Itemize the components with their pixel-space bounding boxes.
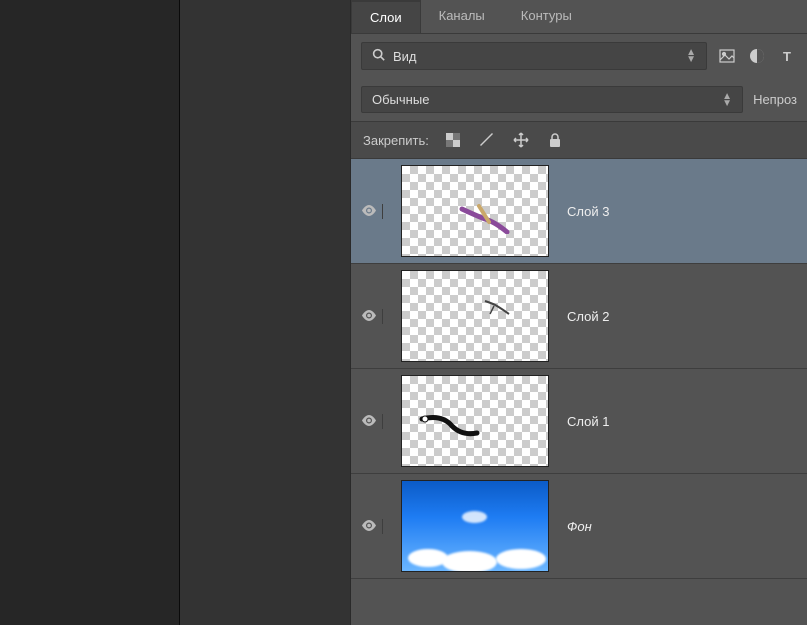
chevron-updown-icon: ▲▼ <box>722 93 732 107</box>
lock-position-icon[interactable] <box>511 130 531 150</box>
canvas-pasteboard-right <box>180 0 350 625</box>
canvas-area <box>0 0 350 625</box>
lock-transparency-icon[interactable] <box>443 130 463 150</box>
filter-adjustment-icon[interactable] <box>747 46 767 66</box>
layer-name[interactable]: Слой 3 <box>567 204 609 219</box>
filter-label: Вид <box>393 49 417 64</box>
layer-thumbnail[interactable] <box>401 375 549 467</box>
blend-mode-value: Обычные <box>372 92 429 107</box>
panel-tabs: Слои Каналы Контуры <box>351 0 807 34</box>
bird-graphic-icon <box>417 411 482 441</box>
layer-item[interactable]: Слой 2 <box>351 264 807 369</box>
filter-image-icon[interactable] <box>717 46 737 66</box>
layer-name[interactable]: Фон <box>567 519 592 534</box>
sky-graphic <box>402 481 548 571</box>
search-icon <box>372 48 385 64</box>
visibility-toggle[interactable] <box>361 414 383 429</box>
visibility-toggle[interactable] <box>361 204 383 219</box>
visibility-toggle[interactable] <box>361 309 383 324</box>
layer-thumbnail[interactable] <box>401 165 549 257</box>
layer-name[interactable]: Слой 2 <box>567 309 609 324</box>
opacity-label: Непроз <box>753 92 797 107</box>
blend-mode-dropdown[interactable]: Обычные ▲▼ <box>361 86 743 113</box>
layer-thumbnail[interactable] <box>401 480 549 572</box>
visibility-toggle[interactable] <box>361 519 383 534</box>
filter-text-icon[interactable]: T <box>777 46 797 66</box>
lock-pixels-icon[interactable] <box>477 130 497 150</box>
layer-item[interactable]: Слой 3 <box>351 159 807 264</box>
layer-filter-dropdown[interactable]: Вид ▲▼ <box>361 42 707 70</box>
tab-channels[interactable]: Каналы <box>421 0 503 33</box>
chevron-updown-icon: ▲▼ <box>686 49 696 63</box>
lock-label: Закрепить: <box>363 133 429 148</box>
canvas-pasteboard-left <box>0 0 180 625</box>
layer-item-background[interactable]: Фон <box>351 474 807 579</box>
lock-all-icon[interactable] <box>545 130 565 150</box>
layer-item[interactable]: Слой 1 <box>351 369 807 474</box>
tab-paths[interactable]: Контуры <box>503 0 590 33</box>
tab-layers[interactable]: Слои <box>351 0 421 33</box>
layer-name[interactable]: Слой 1 <box>567 414 609 429</box>
layers-panel: Слои Каналы Контуры Вид ▲▼ T Обычные ▲▼ <box>350 0 807 625</box>
bird-graphic-icon <box>457 204 512 234</box>
layer-thumbnail[interactable] <box>401 270 549 362</box>
bird-graphic-icon <box>482 296 512 316</box>
layers-list: Слой 3 Слой 2 <box>351 159 807 625</box>
